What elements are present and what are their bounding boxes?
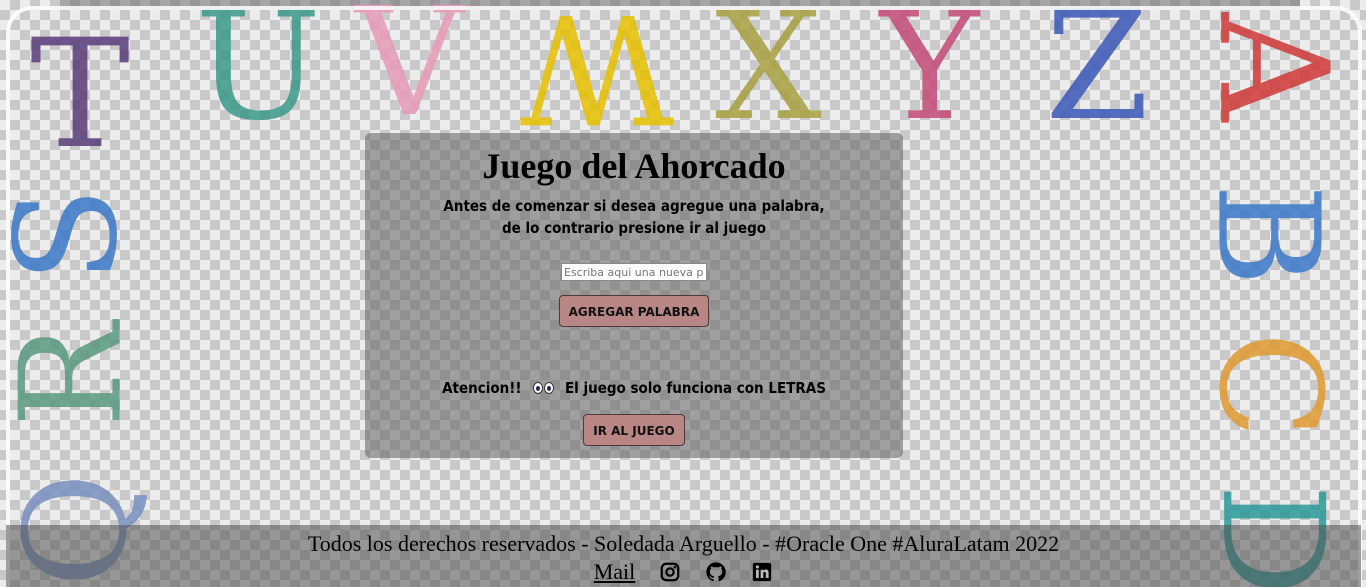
bg-letter-w: W xyxy=(520,0,675,154)
bg-letter-u: U xyxy=(195,0,322,154)
mail-link[interactable]: Mail xyxy=(594,559,636,584)
footer: Todos los derechos reservados - Soledada… xyxy=(6,525,1361,587)
intro-text: Antes de comenzar si desea agregue una p… xyxy=(365,195,903,239)
add-word-button[interactable]: AGREGAR PALABRA xyxy=(558,295,710,327)
warning-message: El juego solo funciona con LETRAS xyxy=(564,379,826,397)
bg-letter-s: S xyxy=(0,187,149,283)
bg-letter-z: Z xyxy=(1045,0,1150,154)
bg-letter-r: R xyxy=(0,322,154,428)
game-panel: Juego del Ahorcado Antes de comenzar si … xyxy=(365,133,903,458)
linkedin-icon[interactable] xyxy=(751,561,773,583)
instagram-icon[interactable] xyxy=(659,561,681,583)
warning-text: Atencion!! El juego solo funciona con LE… xyxy=(365,379,903,398)
new-word-input[interactable] xyxy=(561,263,707,281)
intro-line-2: de lo contrario presione ir al juego xyxy=(501,219,767,237)
eyes-icon xyxy=(532,380,554,398)
bg-letter-t: T xyxy=(30,8,131,182)
bg-letter-x: X xyxy=(715,0,822,154)
warning-prefix: Atencion!! xyxy=(442,379,522,397)
page-title: Juego del Ahorcado xyxy=(482,146,786,186)
intro-line-1: Antes de comenzar si desea agregue una p… xyxy=(443,197,825,215)
play-game-button[interactable]: IR AL JUEGO xyxy=(583,413,685,446)
footer-links: Mail xyxy=(6,559,1361,585)
bg-letter-y: Y xyxy=(880,0,980,154)
bg-letter-v: V xyxy=(355,0,464,150)
bg-letter-a: A xyxy=(1185,12,1360,122)
copyright-text: Todos los derechos reservados - Soledada… xyxy=(307,531,1060,556)
bg-letter-b: B xyxy=(1185,183,1349,287)
github-icon[interactable] xyxy=(705,561,727,583)
bg-letter-c: C xyxy=(1187,331,1351,439)
